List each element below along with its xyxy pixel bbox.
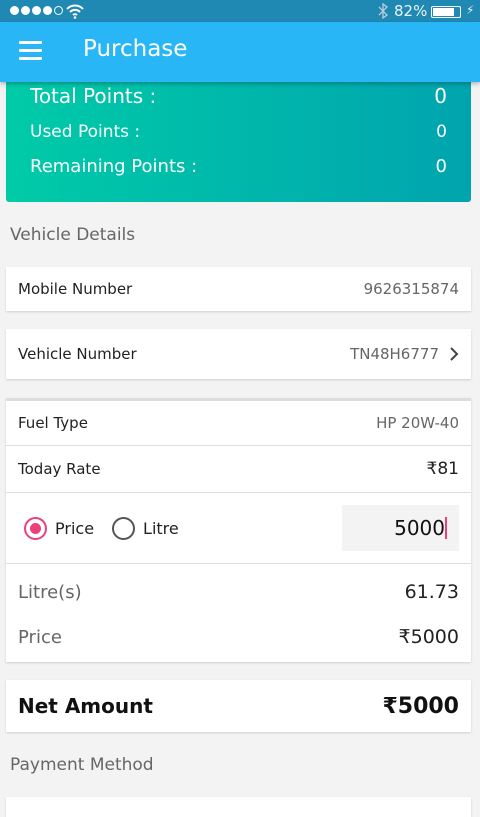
net-amount-card: Net Amount ₹5000 bbox=[6, 680, 471, 732]
used-points-label: Used Points : bbox=[30, 122, 141, 142]
vehicle-number-card[interactable]: Vehicle Number TN48H6777 bbox=[6, 329, 471, 379]
mobile-number-card: Mobile Number 9626315874 bbox=[6, 267, 471, 311]
bluetooth-icon bbox=[378, 3, 388, 19]
litre-radio[interactable]: Litre bbox=[112, 516, 179, 540]
fuel-type-value: HP 20W-40 bbox=[376, 414, 459, 432]
points-card: Total Points : 0 Used Points : 0 Remaining… bbox=[6, 78, 471, 202]
mobile-number-label: Mobile Number bbox=[18, 280, 133, 298]
litres-value: 61.73 bbox=[404, 581, 459, 603]
mobile-number-value: 9626315874 bbox=[363, 280, 459, 298]
vehicle-number-value: TN48H6777 bbox=[350, 345, 439, 363]
page-title: Purchase bbox=[83, 36, 188, 62]
price-value: ₹5000 bbox=[398, 626, 459, 648]
charging-icon: ⚡ bbox=[466, 3, 475, 17]
total-points-label: Total Points : bbox=[30, 84, 157, 108]
amount-input-value: 5000 bbox=[394, 516, 445, 540]
amount-input[interactable]: 5000 bbox=[342, 505, 459, 551]
net-amount-label: Net Amount bbox=[18, 694, 153, 718]
remaining-points-value: 0 bbox=[435, 156, 447, 177]
total-points-value: 0 bbox=[434, 84, 447, 108]
remaining-points-label: Remaining Points : bbox=[30, 156, 198, 177]
today-rate-value: ₹81 bbox=[426, 459, 459, 479]
price-radio[interactable]: Price bbox=[24, 516, 95, 540]
price-label: Price bbox=[18, 626, 62, 648]
fuel-type-label: Fuel Type bbox=[18, 414, 88, 432]
litres-label: Litre(s) bbox=[18, 581, 82, 603]
radio-unchecked-icon bbox=[112, 516, 136, 540]
vehicle-details-heading: Vehicle Details bbox=[10, 225, 136, 245]
litre-radio-label: Litre bbox=[143, 518, 179, 538]
status-bar: 82% ⚡ bbox=[0, 0, 480, 22]
battery-icon bbox=[431, 6, 461, 18]
menu-icon[interactable] bbox=[19, 41, 42, 65]
payment-method-heading: Payment Method bbox=[10, 755, 154, 775]
price-radio-label: Price bbox=[55, 518, 95, 538]
payment-method-card[interactable] bbox=[6, 797, 471, 817]
signal-icon bbox=[10, 6, 63, 15]
text-cursor bbox=[445, 517, 447, 539]
today-rate-label: Today Rate bbox=[18, 460, 101, 478]
vehicle-number-label: Vehicle Number bbox=[18, 345, 137, 363]
wifi-icon bbox=[66, 4, 84, 19]
used-points-value: 0 bbox=[436, 122, 447, 142]
battery-percent: 82% bbox=[394, 2, 428, 20]
radio-checked-icon bbox=[24, 516, 47, 540]
app-bar: Purchase bbox=[0, 22, 480, 82]
fuel-card: Fuel Type HP 20W-40 Today Rate ₹81 Price L… bbox=[6, 398, 471, 662]
net-amount-value: ₹5000 bbox=[382, 693, 459, 719]
chevron-right-icon[interactable] bbox=[449, 347, 459, 361]
